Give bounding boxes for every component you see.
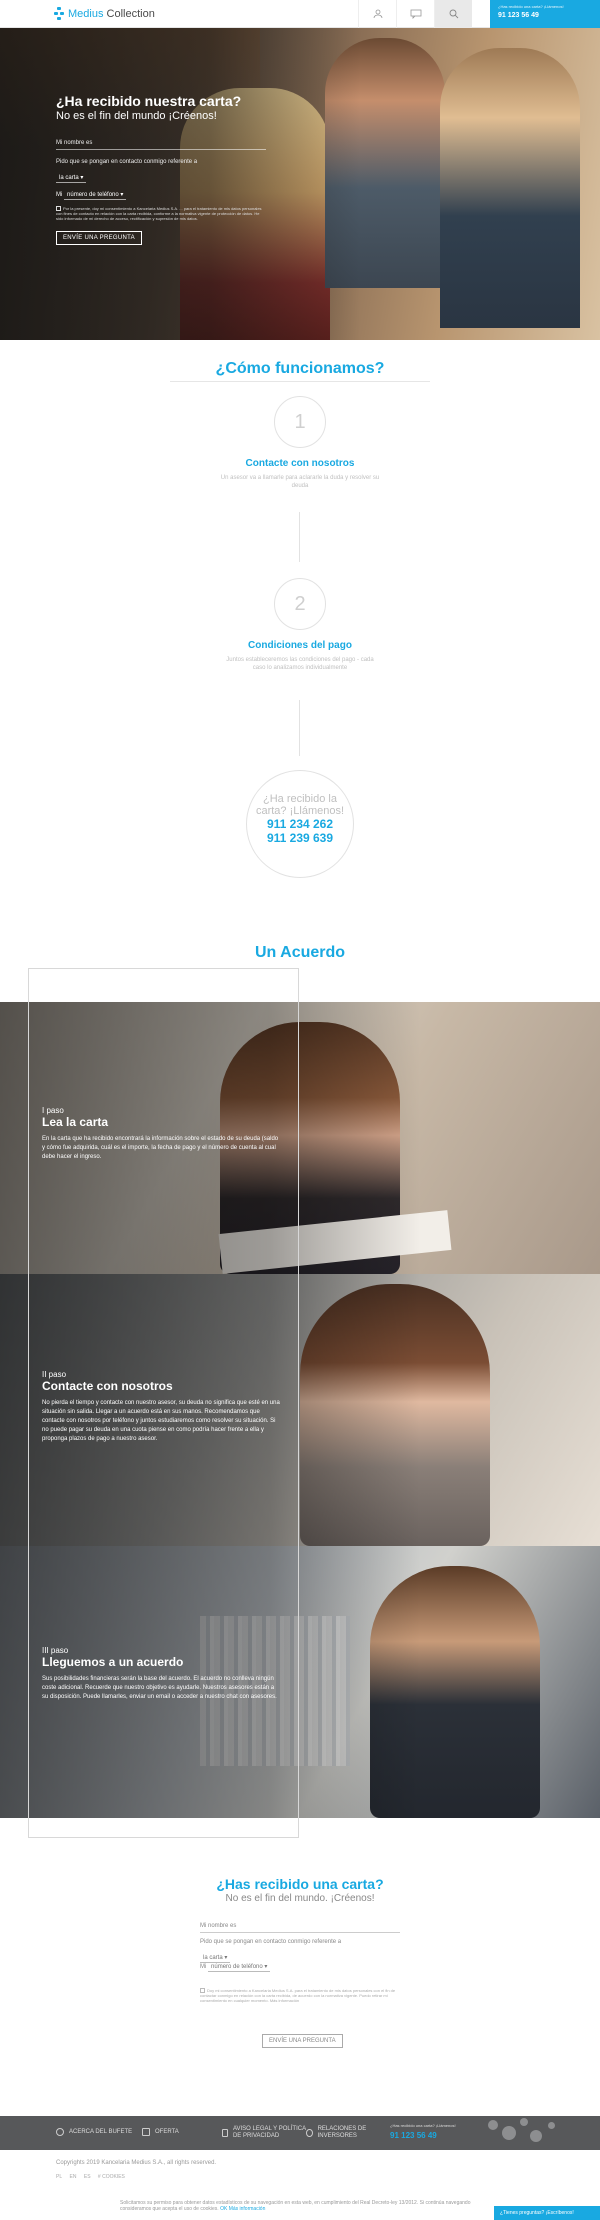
chat-button[interactable]	[396, 0, 434, 28]
copyright: Copyrights 2019 Kancelaria Medius S.A., …	[56, 2160, 217, 2166]
lang-es[interactable]: ES	[84, 2174, 91, 2180]
chat-widget-button[interactable]: ¿Tienes preguntas? ¡Escríbenos!	[494, 2206, 600, 2220]
form2-contact-text: Pido que se pongan en contacto conmigo r…	[200, 1939, 342, 1945]
call-question: ¿Ha recibido la carta? ¡Llámenos!	[255, 793, 345, 817]
footer-call-cta[interactable]: ¿Has recibido una carta? ¡Llámenos! 91 1…	[390, 2123, 456, 2140]
contact-text: Pido que se pongan en contacto conmigo r…	[56, 159, 198, 165]
site-footer: ACERCA DEL BUFETE OFERTA AVISO LEGAL Y P…	[0, 2116, 600, 2150]
how-title: ¿Cómo funcionamos?	[215, 360, 385, 377]
form2-submit-button[interactable]: ENVÍE UNA PREGUNTA	[262, 2034, 343, 2048]
cookie-notice: Solicitamos su permiso para obtener dato…	[120, 2200, 471, 2212]
agreement-title: Un Acuerdo	[254, 944, 346, 961]
header-call-cta[interactable]: ¿Has recibido una carta? ¡Llámenos! 91 1…	[490, 0, 600, 28]
logo[interactable]: Medius Collection	[54, 7, 155, 21]
step-1-text: En la carta que ha recibido encontrará l…	[42, 1136, 279, 1160]
phone-number-1[interactable]: 911 234 262	[247, 817, 353, 831]
site-header: Medius Collection ¿Has recibido una cart…	[0, 0, 600, 28]
chart-icon	[306, 2129, 313, 2137]
footer-cta-label: ¿Has recibido una carta? ¡Llámenos!	[390, 2123, 456, 2128]
submit-question-button[interactable]: ENVÍE UNA PREGUNTA	[56, 231, 142, 245]
form2-name-input[interactable]: Mi nombre es	[200, 1920, 400, 1933]
info-icon	[56, 2128, 64, 2136]
step-3-content: III paso Lleguemos a un acuerdo Sus posi…	[42, 1646, 282, 1702]
step-2-desc: Juntos estableceremos las condiciones de…	[226, 657, 374, 671]
divider	[170, 381, 430, 382]
phone-number-2[interactable]: 911 239 639	[247, 831, 353, 845]
cookies-link[interactable]: # COOKIES	[98, 2174, 125, 2180]
header-cta-phone: 91 123 56 49	[498, 12, 539, 19]
search-button[interactable]	[434, 0, 472, 28]
document-icon	[222, 2129, 228, 2137]
call-us-circle[interactable]: ¿Ha recibido la carta? ¡Llámenos! 911 23…	[246, 770, 354, 878]
hero-subtitle: No es el fin del mundo ¡Créenos!	[56, 110, 217, 122]
logo-text: Medius Collection	[68, 8, 155, 20]
hero-title: ¿Ha recibido nuestra carta?	[56, 93, 242, 109]
footer-offer-link[interactable]: OFERTA	[142, 2128, 179, 2136]
step-2-kicker: II paso	[42, 1370, 67, 1379]
cookie-more-link[interactable]: Más información	[229, 2206, 266, 2212]
form2-consent-text: Doy mi consentimiento a Kancelaria Mediu…	[200, 1988, 396, 2003]
timeline-line	[299, 512, 300, 562]
form2-phone-label: Mi	[200, 1964, 207, 1970]
header-cta-label: ¿Has recibido una carta? ¡Llámenos!	[498, 4, 564, 9]
footer-investors-link[interactable]: RELACIONES DE INVERSORES	[306, 2126, 386, 2140]
form2-subtitle: No es el fin del mundo. ¡Créenos!	[225, 1893, 375, 1904]
hero-section: ¿Ha recibido nuestra carta? No es el fin…	[0, 28, 600, 340]
user-button[interactable]	[358, 0, 396, 28]
phone-label: Mi	[56, 192, 63, 198]
footer-legal-link[interactable]: AVISO LEGAL Y POLÍTICA DE PRIVACIDAD	[222, 2126, 312, 2140]
cookie-ok-link[interactable]: OK	[220, 2206, 227, 2212]
name-input[interactable]: Mi nombre es	[56, 137, 266, 150]
logo-mark-icon	[54, 7, 64, 21]
language-switcher: PL EN ES # COOKIES	[56, 2174, 131, 2180]
step-1-desc: Un asesor va a llamarle para aclararle l…	[220, 475, 380, 489]
step-3-kicker: III paso	[42, 1646, 69, 1655]
chat-icon	[410, 9, 421, 19]
lang-en[interactable]: EN	[70, 2174, 77, 2180]
step-1-content: I paso Lea la carta En la carta que ha r…	[42, 1106, 282, 1162]
step-2-heading: Contacte con nosotros	[42, 1379, 173, 1393]
step-2-title: Condiciones del pago	[248, 640, 352, 651]
step-1-heading: Lea la carta	[42, 1115, 109, 1129]
step-1-title: Contacte con nosotros	[245, 458, 355, 469]
footer-cta-phone: 91 123 56 49	[390, 2131, 437, 2140]
footer-about-link[interactable]: ACERCA DEL BUFETE	[56, 2128, 132, 2136]
lang-pl[interactable]: PL	[56, 2174, 62, 2180]
contact-reason-select[interactable]: la carta ▾	[56, 173, 87, 183]
form2-title: ¿Has recibido una carta?	[216, 1876, 384, 1892]
step-2-content: II paso Contacte con nosotros No pierda …	[42, 1370, 282, 1444]
hero-form: ¿Ha recibido nuestra carta? No es el fin…	[56, 93, 266, 245]
search-icon	[449, 9, 458, 19]
step-1-circle: 1	[274, 396, 326, 448]
contact-method-select[interactable]: número de teléfono ▾	[64, 190, 127, 200]
offer-icon	[142, 2128, 150, 2136]
user-icon	[373, 9, 382, 19]
step-2-circle: 2	[274, 578, 326, 630]
step-3-text: Sus posibilidades financieras serán la b…	[42, 1676, 277, 1700]
consent-text: Por la presente, doy mi consentimiento a…	[56, 206, 262, 221]
step-1-kicker: I paso	[42, 1106, 64, 1115]
step-3-heading: Lleguemos a un acuerdo	[42, 1655, 184, 1669]
step-2-text: No pierda el tiempo y contacte con nuest…	[42, 1400, 280, 1442]
form2-method-select[interactable]: número de teléfono ▾	[208, 1962, 271, 1972]
timeline-line	[299, 700, 300, 756]
